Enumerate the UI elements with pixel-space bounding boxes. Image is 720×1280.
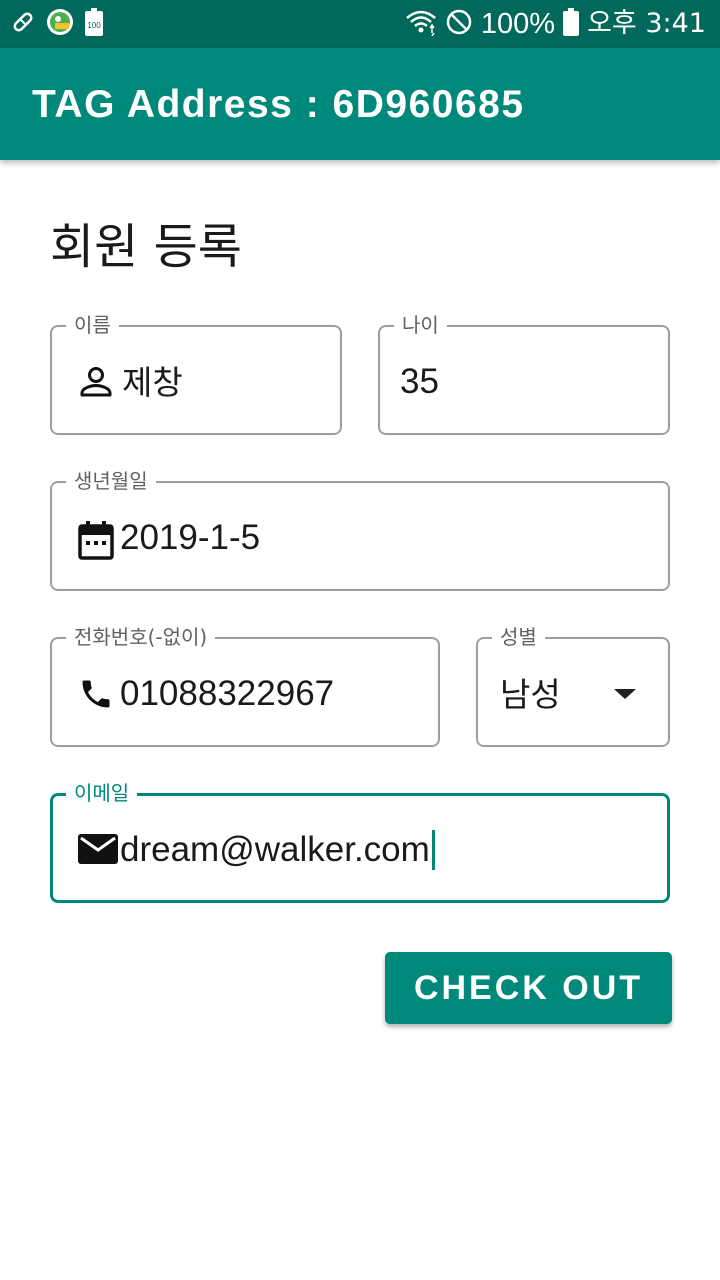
do-not-disturb-icon bbox=[445, 8, 473, 40]
age-field[interactable]: 나이 35 bbox=[378, 311, 670, 435]
page-title: 회원 등록 bbox=[50, 219, 242, 275]
age-label: 나이 bbox=[394, 311, 447, 339]
phone-value[interactable]: 01088322967 bbox=[120, 674, 334, 714]
wifi-icon bbox=[405, 8, 437, 40]
battery-100-icon: 100 bbox=[84, 8, 104, 40]
status-bar: 100 100% 오후 3:41 bbox=[0, 0, 720, 48]
status-bar-left: 100 bbox=[10, 8, 104, 40]
status-bar-right: 100% 오후 3:41 bbox=[405, 6, 706, 42]
phone-label: 전화번호(-없이) bbox=[66, 623, 216, 651]
birthdate-label: 생년월일 bbox=[66, 467, 156, 495]
text-cursor bbox=[431, 830, 435, 870]
name-label: 이름 bbox=[66, 311, 119, 339]
clock: 오후 3:41 bbox=[587, 8, 706, 39]
gender-select[interactable]: 성별 남성 bbox=[476, 623, 670, 747]
app-bar: TAG Address : 6D960685 bbox=[0, 48, 720, 160]
email-text: dream@walker.com bbox=[120, 830, 430, 869]
phone-field[interactable]: 전화번호(-없이) 01088322967 bbox=[50, 623, 440, 747]
age-value[interactable]: 35 bbox=[400, 362, 439, 402]
calendar-icon bbox=[78, 520, 114, 560]
email-value[interactable]: dream@walker.com bbox=[120, 830, 435, 870]
checkout-button[interactable]: CHECK OUT bbox=[385, 952, 672, 1024]
app-bar-title: TAG Address : 6D960685 bbox=[32, 83, 525, 126]
edit-icon bbox=[10, 9, 36, 39]
battery-percent: 100% bbox=[480, 8, 556, 40]
app-badge-icon bbox=[46, 8, 74, 40]
person-icon bbox=[78, 364, 114, 400]
birthdate-field[interactable]: 생년월일 2019-1-5 bbox=[50, 467, 670, 591]
email-label: 이메일 bbox=[66, 779, 138, 807]
gender-label: 성별 bbox=[492, 623, 545, 651]
phone-icon bbox=[78, 676, 114, 712]
birthdate-value[interactable]: 2019-1-5 bbox=[120, 518, 260, 558]
svg-text:100: 100 bbox=[87, 21, 101, 30]
gender-value[interactable]: 남성 bbox=[500, 675, 561, 715]
email-icon bbox=[78, 832, 118, 868]
battery-icon bbox=[563, 8, 580, 40]
email-field[interactable]: 이메일 dream@walker.com bbox=[50, 779, 670, 903]
name-value[interactable]: 제창 bbox=[122, 363, 183, 403]
dropdown-arrow-icon[interactable] bbox=[614, 689, 636, 699]
name-field[interactable]: 이름 제창 bbox=[50, 311, 342, 435]
